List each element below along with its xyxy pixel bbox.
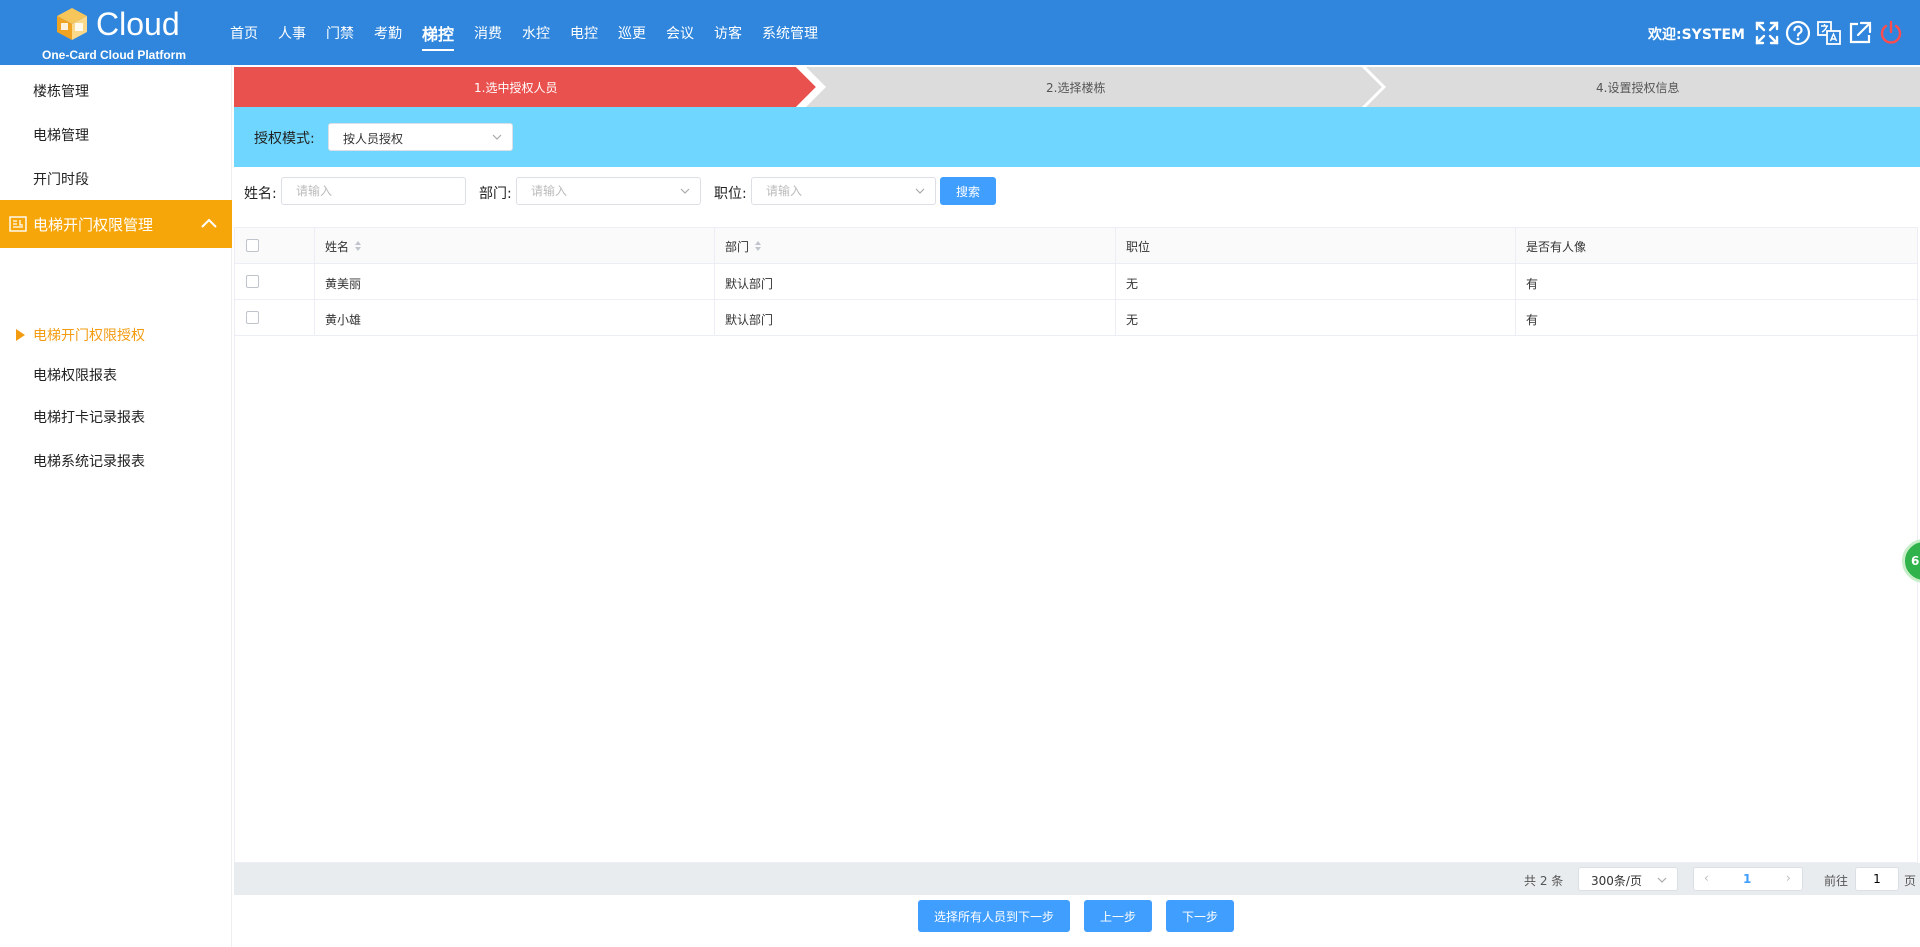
cell-dept: 默认部门 [725,313,774,327]
select-all-next-button[interactable]: 选择所有人员到下一步 [918,900,1070,932]
external-link-icon[interactable] [1847,20,1873,46]
goto-page-input[interactable] [1856,868,1898,890]
search-button[interactable]: 搜索 [940,177,996,205]
table-row[interactable]: 黄小雄 默认部门 无 有 [235,300,1917,336]
sort-icon[interactable] [754,240,762,252]
nav-home[interactable]: 首页 [230,19,258,47]
step-1-label: 1.选中授权人员 [474,81,558,95]
sidebar-item-permission-grant[interactable]: 电梯开门权限授权 [33,325,145,345]
nav-system[interactable]: 系统管理 [762,19,818,47]
page-nav: ‹ 1 › [1693,867,1803,891]
cell-has-photo: 有 [1526,313,1539,327]
sidebar-group-elevator-permission[interactable]: 电梯开门权限管理 [0,200,232,248]
chevron-down-icon [915,188,925,194]
col-header-position: 职位 [1126,240,1151,254]
nav-meeting[interactable]: 会议 [666,19,694,47]
auth-mode-value: 按人员授权 [343,132,404,146]
welcome-user: 欢迎:SYSTEM [1648,27,1745,43]
report-icon [9,216,27,232]
floating-badge-count: 62 [1911,554,1920,568]
cell-has-photo: 有 [1526,277,1539,291]
fullscreen-icon[interactable] [1754,20,1780,46]
auth-mode-bar: 授权模式: 按人员授权 [234,107,1920,167]
nav-attendance[interactable]: 考勤 [374,19,402,47]
position-filter-label: 职位: [714,186,747,202]
goto-page-field[interactable] [1855,867,1899,891]
sidebar: 楼栋管理 电梯管理 开门时段 电梯开门权限管理 电梯开门权限授权 电梯权限报表 … [0,65,232,947]
prev-step-button[interactable]: 上一步 [1084,900,1152,932]
dept-filter[interactable] [516,177,701,205]
logo-text: Cloud [96,6,180,42]
position-input[interactable] [752,178,935,204]
auth-mode-select[interactable]: 按人员授权 [328,123,513,151]
sidebar-item-time-period[interactable]: 开门时段 [33,169,89,189]
chevron-down-icon [1657,877,1667,883]
cell-name: 黄美丽 [325,277,362,291]
logo[interactable]: Cloud One-Card Cloud Platform [30,4,200,62]
sort-icon[interactable] [354,240,362,252]
auth-mode-label: 授权模式: [254,131,315,147]
logo-subtitle: One-Card Cloud Platform [42,48,187,62]
cell-dept: 默认部门 [725,277,774,291]
nav-electric[interactable]: 电控 [570,19,598,47]
cell-position: 无 [1126,277,1139,291]
chevron-right-icon[interactable]: › [1786,871,1791,885]
top-nav: 首页 人事 门禁 考勤 梯控 消费 水控 电控 巡更 会议 访客 系统管理 [230,0,838,65]
step-3-label: 4.设置授权信息 [1596,81,1680,95]
page-size-select[interactable]: 300条/页 [1578,867,1678,891]
sidebar-item-building[interactable]: 楼栋管理 [33,81,89,101]
chevron-down-icon [492,134,502,140]
sidebar-item-system-report[interactable]: 电梯系统记录报表 [33,451,145,471]
nav-visitor[interactable]: 访客 [714,19,742,47]
goto-label: 前往 [1824,874,1849,888]
sidebar-item-permission-report[interactable]: 电梯权限报表 [33,365,117,385]
dept-input[interactable] [517,178,700,204]
step-2-label: 2.选择楼栋 [1046,81,1106,95]
help-icon[interactable] [1785,20,1811,46]
name-input[interactable] [282,178,465,204]
row-checkbox[interactable] [246,275,259,288]
nav-access[interactable]: 门禁 [326,19,354,47]
top-header: Cloud One-Card Cloud Platform 首页 人事 门禁 考… [0,0,1920,65]
chevron-down-icon [680,188,690,194]
table-row[interactable]: 黄美丽 默认部门 无 有 [235,264,1917,300]
pagination: 共 2 条 300条/页 ‹ 1 › 前往 页 [234,863,1920,895]
sidebar-item-elevator[interactable]: 电梯管理 [33,125,89,145]
language-icon[interactable] [1816,20,1842,46]
position-filter[interactable] [751,177,936,205]
row-checkbox[interactable] [246,311,259,324]
name-filter[interactable] [281,177,466,205]
col-header-dept[interactable]: 部门 [725,238,749,255]
cell-position: 无 [1126,313,1139,327]
chevron-left-icon[interactable]: ‹ [1704,871,1709,885]
cell-name: 黄小雄 [325,313,362,327]
select-all-checkbox[interactable] [246,239,259,252]
current-page[interactable]: 1 [1743,872,1751,886]
cube-logo-icon [57,8,87,40]
nav-personnel[interactable]: 人事 [278,19,306,47]
nav-elevator[interactable]: 梯控 [422,17,455,51]
power-icon[interactable] [1878,20,1904,46]
step-progress: 1.选中授权人员 2.选择楼栋 4.设置授权信息 [234,67,1920,107]
page-suffix: 页 [1904,874,1917,888]
col-header-has-photo: 是否有人像 [1526,240,1587,254]
sidebar-group-label: 电梯开门权限管理 [33,216,154,234]
chevron-up-icon[interactable] [200,216,218,230]
active-indicator-icon [16,329,25,341]
total-count: 共 2 条 [1524,874,1564,888]
page-size-value: 300条/页 [1591,874,1642,888]
col-header-name[interactable]: 姓名 [325,238,349,255]
nav-patrol[interactable]: 巡更 [618,19,646,47]
next-step-button[interactable]: 下一步 [1166,900,1234,932]
table-header: 姓名 部门 职位 是否有人像 [235,228,1917,264]
personnel-table: 姓名 部门 职位 是否有人像 黄美丽 默认部门 无 有 黄小雄 默认部门 无 有 [234,227,1918,863]
dept-filter-label: 部门: [479,186,512,202]
nav-water[interactable]: 水控 [522,19,550,47]
sidebar-item-punch-report[interactable]: 电梯打卡记录报表 [33,407,145,427]
name-filter-label: 姓名: [244,186,277,202]
nav-consumption[interactable]: 消费 [474,19,502,47]
